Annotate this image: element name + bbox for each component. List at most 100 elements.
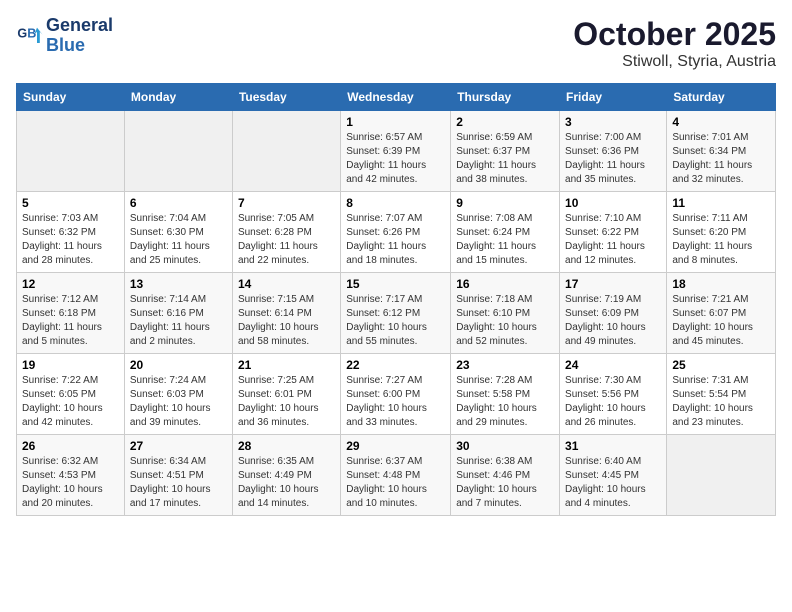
day-number: 30 <box>456 439 554 453</box>
calendar-cell: 25 Sunrise: 7:31 AM Sunset: 5:54 PM Dayli… <box>667 354 776 435</box>
weekday-header: Monday <box>124 84 232 111</box>
weekday-header-row: SundayMondayTuesdayWednesdayThursdayFrid… <box>17 84 776 111</box>
day-info: Sunrise: 7:17 AM Sunset: 6:12 PM Dayligh… <box>346 293 445 349</box>
calendar-cell <box>667 435 776 516</box>
weekday-header: Wednesday <box>341 84 451 111</box>
calendar-cell: 31 Sunrise: 6:40 AM Sunset: 4:45 PM Dayli… <box>560 435 667 516</box>
day-number: 13 <box>130 277 227 291</box>
day-info: Sunrise: 7:15 AM Sunset: 6:14 PM Dayligh… <box>238 293 335 349</box>
calendar-cell: 27 Sunrise: 6:34 AM Sunset: 4:51 PM Dayli… <box>124 435 232 516</box>
calendar-week-row: 1 Sunrise: 6:57 AM Sunset: 6:39 PM Daylig… <box>17 111 776 192</box>
day-info: Sunrise: 7:31 AM Sunset: 5:54 PM Dayligh… <box>672 374 770 430</box>
day-info: Sunrise: 7:07 AM Sunset: 6:26 PM Dayligh… <box>346 212 445 268</box>
day-number: 1 <box>346 115 445 129</box>
day-info: Sunrise: 7:21 AM Sunset: 6:07 PM Dayligh… <box>672 293 770 349</box>
day-info: Sunrise: 7:30 AM Sunset: 5:56 PM Dayligh… <box>565 374 661 430</box>
calendar-cell: 18 Sunrise: 7:21 AM Sunset: 6:07 PM Dayli… <box>667 273 776 354</box>
day-info: Sunrise: 7:28 AM Sunset: 5:58 PM Dayligh… <box>456 374 554 430</box>
calendar-cell: 24 Sunrise: 7:30 AM Sunset: 5:56 PM Dayli… <box>560 354 667 435</box>
calendar-cell: 7 Sunrise: 7:05 AM Sunset: 6:28 PM Daylig… <box>232 192 340 273</box>
calendar-week-row: 5Sunrise: 7:03 AM Sunset: 6:32 PM Daylig… <box>17 192 776 273</box>
day-number: 9 <box>456 196 554 210</box>
day-info: Sunrise: 7:18 AM Sunset: 6:10 PM Dayligh… <box>456 293 554 349</box>
day-info: Sunrise: 6:34 AM Sunset: 4:51 PM Dayligh… <box>130 455 227 511</box>
day-info: Sunrise: 6:37 AM Sunset: 4:48 PM Dayligh… <box>346 455 445 511</box>
calendar-week-row: 26 Sunrise: 6:32 AM Sunset: 4:53 PM Dayli… <box>17 435 776 516</box>
day-info: Sunrise: 6:32 AM Sunset: 4:53 PM Dayligh… <box>22 455 119 511</box>
day-info: Sunrise: 7:25 AM Sunset: 6:01 PM Dayligh… <box>238 374 335 430</box>
day-number: 18 <box>672 277 770 291</box>
day-number: 3 <box>565 115 661 129</box>
calendar-cell: 30 Sunrise: 6:38 AM Sunset: 4:46 PM Dayli… <box>451 435 560 516</box>
calendar-cell: 26 Sunrise: 6:32 AM Sunset: 4:53 PM Dayli… <box>17 435 125 516</box>
calendar-cell: 4Sunrise: 7:01 AM Sunset: 6:34 PM Daylig… <box>667 111 776 192</box>
day-number: 29 <box>346 439 445 453</box>
calendar-cell: 12Sunrise: 7:12 AM Sunset: 6:18 PM Dayli… <box>17 273 125 354</box>
day-number: 15 <box>346 277 445 291</box>
logo: G B General Blue <box>16 16 113 56</box>
day-number: 31 <box>565 439 661 453</box>
calendar-subtitle: Stiwoll, Styria, Austria <box>573 53 776 71</box>
day-info: Sunrise: 7:10 AM Sunset: 6:22 PM Dayligh… <box>565 212 661 268</box>
day-number: 23 <box>456 358 554 372</box>
svg-text:G: G <box>17 26 27 40</box>
day-info: Sunrise: 6:40 AM Sunset: 4:45 PM Dayligh… <box>565 455 661 511</box>
day-info: Sunrise: 7:04 AM Sunset: 6:30 PM Dayligh… <box>130 212 227 268</box>
weekday-header: Tuesday <box>232 84 340 111</box>
calendar-cell: 20Sunrise: 7:24 AM Sunset: 6:03 PM Dayli… <box>124 354 232 435</box>
weekday-header: Saturday <box>667 84 776 111</box>
calendar-table: SundayMondayTuesdayWednesdayThursdayFrid… <box>16 83 776 516</box>
day-number: 10 <box>565 196 661 210</box>
weekday-header: Sunday <box>17 84 125 111</box>
calendar-cell: 16Sunrise: 7:18 AM Sunset: 6:10 PM Dayli… <box>451 273 560 354</box>
calendar-cell: 17Sunrise: 7:19 AM Sunset: 6:09 PM Dayli… <box>560 273 667 354</box>
day-number: 28 <box>238 439 335 453</box>
calendar-cell: 22 Sunrise: 7:27 AM Sunset: 6:00 PM Dayli… <box>341 354 451 435</box>
weekday-header: Thursday <box>451 84 560 111</box>
calendar-cell: 19 Sunrise: 7:22 AM Sunset: 6:05 PM Dayli… <box>17 354 125 435</box>
day-number: 11 <box>672 196 770 210</box>
day-number: 25 <box>672 358 770 372</box>
day-number: 7 <box>238 196 335 210</box>
calendar-cell: 23 Sunrise: 7:28 AM Sunset: 5:58 PM Dayli… <box>451 354 560 435</box>
day-number: 20 <box>130 358 227 372</box>
title-block: October 2025 Stiwoll, Styria, Austria <box>573 16 776 71</box>
day-info: Sunrise: 6:59 AM Sunset: 6:37 PM Dayligh… <box>456 131 554 187</box>
calendar-cell: 2Sunrise: 6:59 AM Sunset: 6:37 PM Daylig… <box>451 111 560 192</box>
calendar-cell: 1 Sunrise: 6:57 AM Sunset: 6:39 PM Daylig… <box>341 111 451 192</box>
calendar-cell: 14Sunrise: 7:15 AM Sunset: 6:14 PM Dayli… <box>232 273 340 354</box>
day-info: Sunrise: 6:38 AM Sunset: 4:46 PM Dayligh… <box>456 455 554 511</box>
calendar-cell: 11Sunrise: 7:11 AM Sunset: 6:20 PM Dayli… <box>667 192 776 273</box>
calendar-title: October 2025 <box>573 16 776 53</box>
calendar-cell <box>17 111 125 192</box>
page-header: G B General Blue October 2025 Stiwoll, S… <box>16 16 776 71</box>
day-info: Sunrise: 6:57 AM Sunset: 6:39 PM Dayligh… <box>346 131 445 187</box>
day-number: 19 <box>22 358 119 372</box>
calendar-cell <box>232 111 340 192</box>
calendar-week-row: 12Sunrise: 7:12 AM Sunset: 6:18 PM Dayli… <box>17 273 776 354</box>
day-number: 17 <box>565 277 661 291</box>
day-info: Sunrise: 7:14 AM Sunset: 6:16 PM Dayligh… <box>130 293 227 349</box>
day-number: 24 <box>565 358 661 372</box>
day-number: 27 <box>130 439 227 453</box>
calendar-cell: 10 Sunrise: 7:10 AM Sunset: 6:22 PM Dayli… <box>560 192 667 273</box>
day-info: Sunrise: 7:05 AM Sunset: 6:28 PM Dayligh… <box>238 212 335 268</box>
day-number: 22 <box>346 358 445 372</box>
calendar-cell: 28 Sunrise: 6:35 AM Sunset: 4:49 PM Dayli… <box>232 435 340 516</box>
day-info: Sunrise: 7:08 AM Sunset: 6:24 PM Dayligh… <box>456 212 554 268</box>
calendar-cell: 6Sunrise: 7:04 AM Sunset: 6:30 PM Daylig… <box>124 192 232 273</box>
calendar-cell: 8 Sunrise: 7:07 AM Sunset: 6:26 PM Daylig… <box>341 192 451 273</box>
day-info: Sunrise: 7:27 AM Sunset: 6:00 PM Dayligh… <box>346 374 445 430</box>
day-number: 8 <box>346 196 445 210</box>
day-number: 5 <box>22 196 119 210</box>
calendar-cell: 9 Sunrise: 7:08 AM Sunset: 6:24 PM Daylig… <box>451 192 560 273</box>
day-info: Sunrise: 7:00 AM Sunset: 6:36 PM Dayligh… <box>565 131 661 187</box>
day-info: Sunrise: 7:12 AM Sunset: 6:18 PM Dayligh… <box>22 293 119 349</box>
calendar-cell <box>124 111 232 192</box>
calendar-week-row: 19 Sunrise: 7:22 AM Sunset: 6:05 PM Dayli… <box>17 354 776 435</box>
day-info: Sunrise: 7:22 AM Sunset: 6:05 PM Dayligh… <box>22 374 119 430</box>
day-info: Sunrise: 6:35 AM Sunset: 4:49 PM Dayligh… <box>238 455 335 511</box>
calendar-cell: 5Sunrise: 7:03 AM Sunset: 6:32 PM Daylig… <box>17 192 125 273</box>
day-number: 26 <box>22 439 119 453</box>
weekday-header: Friday <box>560 84 667 111</box>
